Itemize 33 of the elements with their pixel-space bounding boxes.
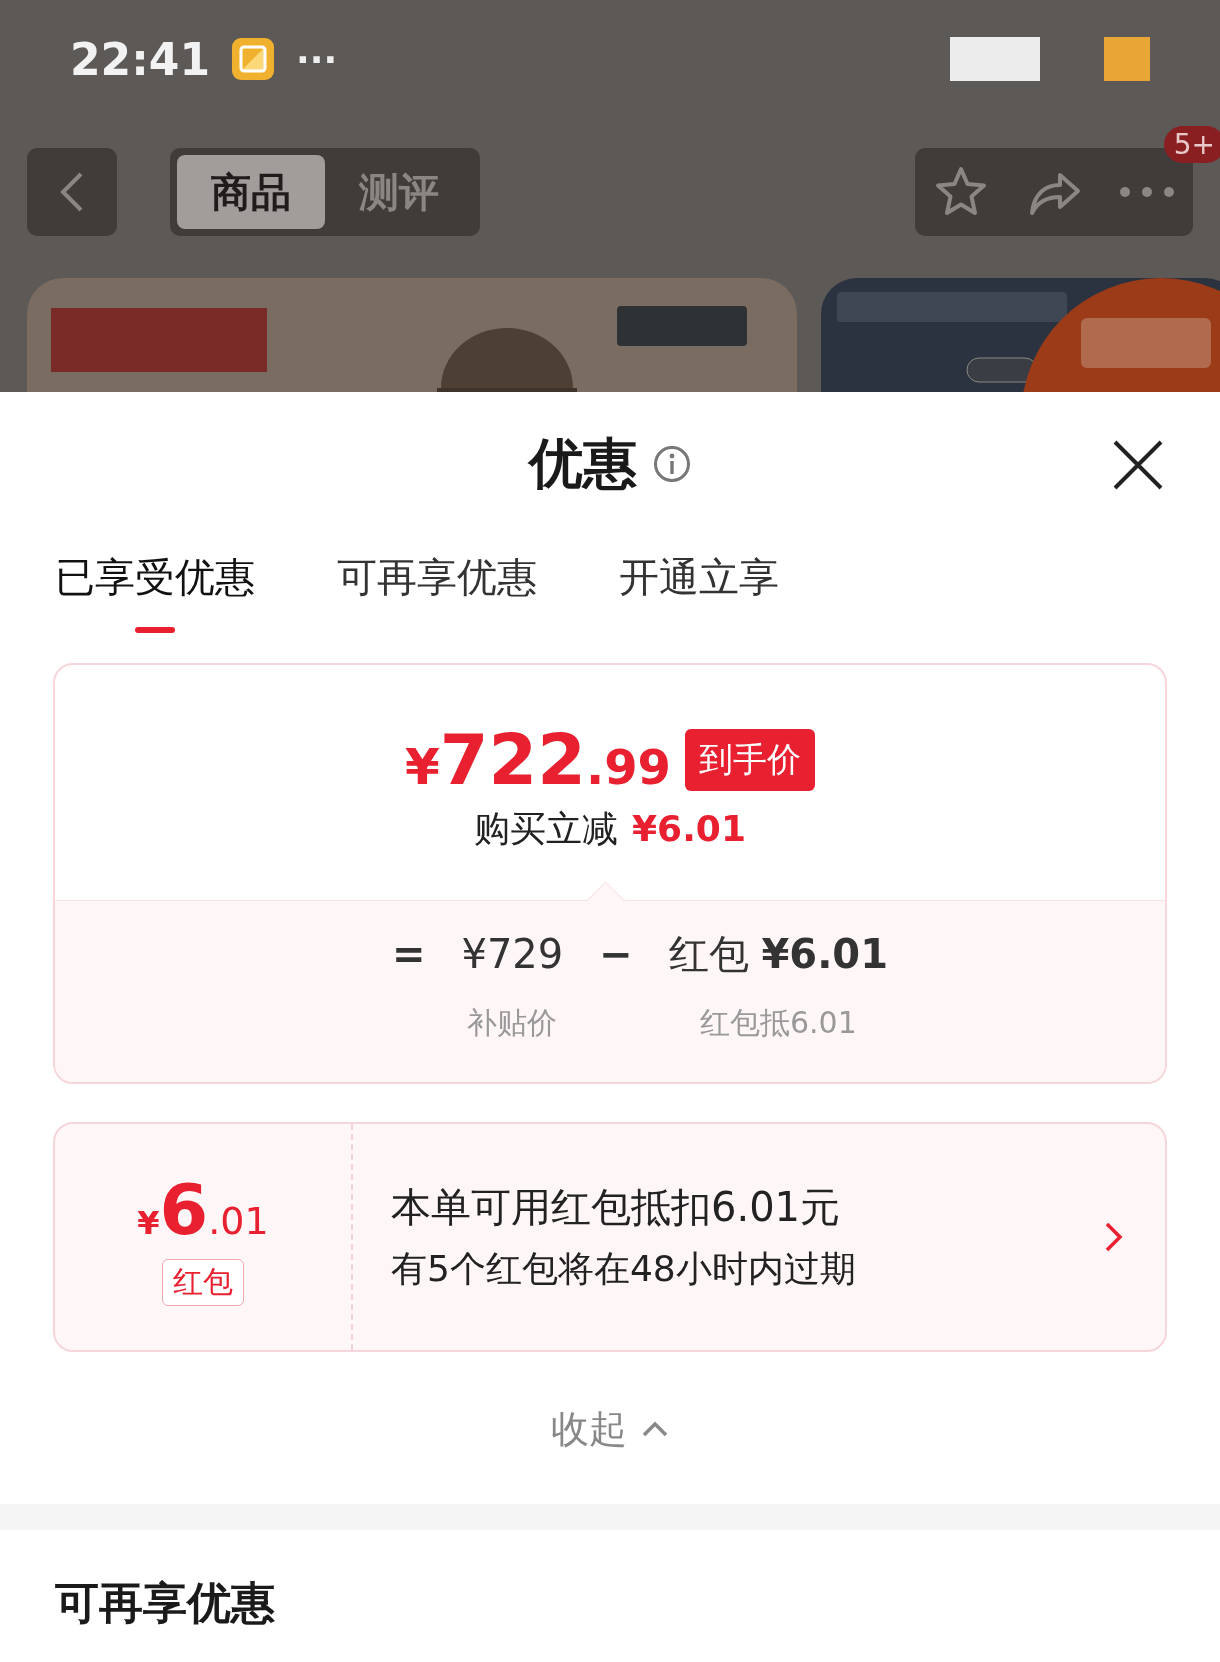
segment-tab[interactable]: 商品 — [177, 155, 325, 229]
section-title: 可再享优惠 — [54, 1576, 276, 1630]
coupon-title: 本单可用红包抵扣6.01元 — [391, 1183, 842, 1232]
final-price: ¥722.99 — [405, 719, 671, 801]
caret-up-icon[interactable] — [641, 1420, 669, 1438]
notification-app-icon — [232, 38, 275, 80]
back-button[interactable] — [27, 148, 117, 236]
sheet-title: 优惠 — [529, 430, 637, 497]
term-label: 红包抵6.01 — [700, 1004, 857, 1042]
operator-sign: − — [599, 930, 633, 979]
coupon-amount: ¥6.01 — [137, 1168, 269, 1251]
coupon-subtitle: 有5个红包将在48小时内过期 — [391, 1247, 857, 1291]
tab[interactable]: 开通立享 — [619, 550, 779, 633]
tab[interactable]: 可再享优惠 — [337, 550, 537, 633]
term-label: 补贴价 — [467, 1004, 558, 1042]
term-value: ¥729 — [461, 930, 564, 979]
close-icon[interactable] — [1111, 438, 1165, 492]
collapse-link[interactable]: 收起 — [551, 1403, 627, 1455]
coupon-card[interactable]: ¥6.01 红包 本单可用红包抵扣6.01元 有5个红包将在48小时内过期 — [53, 1122, 1167, 1352]
operator-sign: = — [391, 930, 426, 979]
chevron-left-icon — [59, 170, 85, 214]
notification-badge: 5+ — [1163, 126, 1220, 163]
more-notifications: ··· — [296, 38, 338, 80]
term-value: 红包 ¥6.01 — [668, 930, 889, 979]
status-time: 22:41 — [70, 33, 211, 85]
price-tag: 到手价 — [684, 729, 815, 791]
info-icon[interactable] — [653, 445, 691, 483]
tab[interactable]: 已享受优惠 — [55, 550, 255, 633]
more-icon[interactable] — [1118, 186, 1175, 198]
discount-text: 购买立减 ¥6.01 — [474, 807, 746, 851]
chevron-right-icon — [1103, 1220, 1125, 1254]
redaction-block — [1104, 37, 1150, 81]
coupon-tag: 红包 — [162, 1258, 244, 1306]
